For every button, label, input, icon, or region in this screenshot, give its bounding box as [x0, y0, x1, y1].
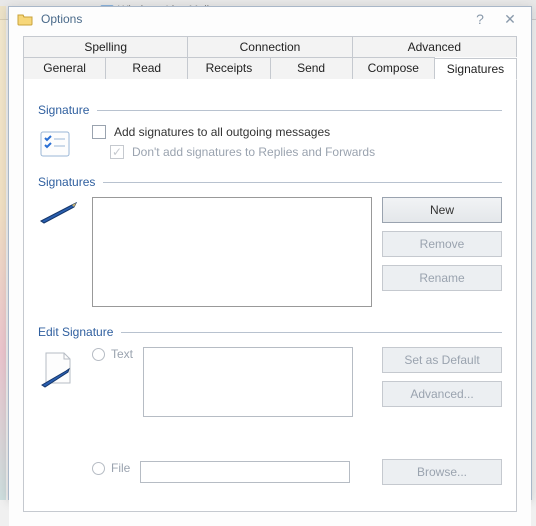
tab-connection[interactable]: Connection [188, 36, 352, 57]
tab-read[interactable]: Read [106, 57, 188, 79]
advanced-button[interactable]: Advanced... [382, 381, 502, 407]
checkbox-label: Don't add signatures to Replies and Forw… [132, 145, 375, 159]
close-button[interactable]: ✕ [495, 7, 525, 31]
section-title: Edit Signature [38, 325, 113, 339]
checkbox-icon [92, 125, 106, 139]
radio-text[interactable]: Text [92, 347, 133, 361]
set-default-button[interactable]: Set as Default [382, 347, 502, 373]
tab-advanced[interactable]: Advanced [353, 36, 517, 57]
signatures-panel: Signature [23, 78, 517, 512]
tab-strip: Spelling Connection Advanced General Rea… [23, 35, 517, 78]
tab-general[interactable]: General [23, 57, 106, 79]
radio-file[interactable]: File [92, 461, 130, 475]
rename-button[interactable]: Rename [382, 265, 502, 291]
section-signatures-header: Signatures [38, 175, 502, 189]
window-title: Options [41, 12, 82, 26]
radio-label: File [111, 461, 130, 475]
tab-compose[interactable]: Compose [353, 57, 435, 79]
tab-send[interactable]: Send [271, 57, 353, 79]
checkbox-label: Add signatures to all outgoing messages [114, 125, 330, 139]
help-button[interactable]: ? [465, 7, 495, 31]
tab-spelling[interactable]: Spelling [23, 36, 188, 57]
signature-text-area[interactable] [143, 347, 353, 417]
checkbox-add-signatures[interactable]: Add signatures to all outgoing messages [92, 125, 502, 139]
new-button[interactable]: New [382, 197, 502, 223]
checkbox-icon: ✓ [110, 145, 124, 159]
tab-receipts[interactable]: Receipts [188, 57, 270, 79]
tab-signatures[interactable]: Signatures [435, 58, 517, 80]
remove-button[interactable]: Remove [382, 231, 502, 257]
options-dialog: Options ? ✕ Spelling Connection Advanced… [8, 6, 532, 500]
browse-button[interactable]: Browse... [382, 459, 502, 485]
radio-icon [92, 348, 105, 361]
section-signature-header: Signature [38, 103, 502, 117]
signature-file-input[interactable] [140, 461, 350, 483]
titlebar: Options ? ✕ [9, 7, 531, 31]
section-edit-header: Edit Signature [38, 325, 502, 339]
section-title: Signatures [38, 175, 95, 189]
folder-icon [17, 11, 33, 27]
checkbox-dont-add-replies[interactable]: ✓ Don't add signatures to Replies and Fo… [110, 145, 502, 159]
pen-icon [38, 201, 80, 225]
checklist-icon [38, 129, 72, 159]
document-pen-icon [38, 351, 82, 391]
radio-label: Text [111, 347, 133, 361]
radio-icon [92, 462, 105, 475]
section-title: Signature [38, 103, 89, 117]
background-decoration [0, 6, 6, 500]
signatures-listbox[interactable] [92, 197, 372, 307]
